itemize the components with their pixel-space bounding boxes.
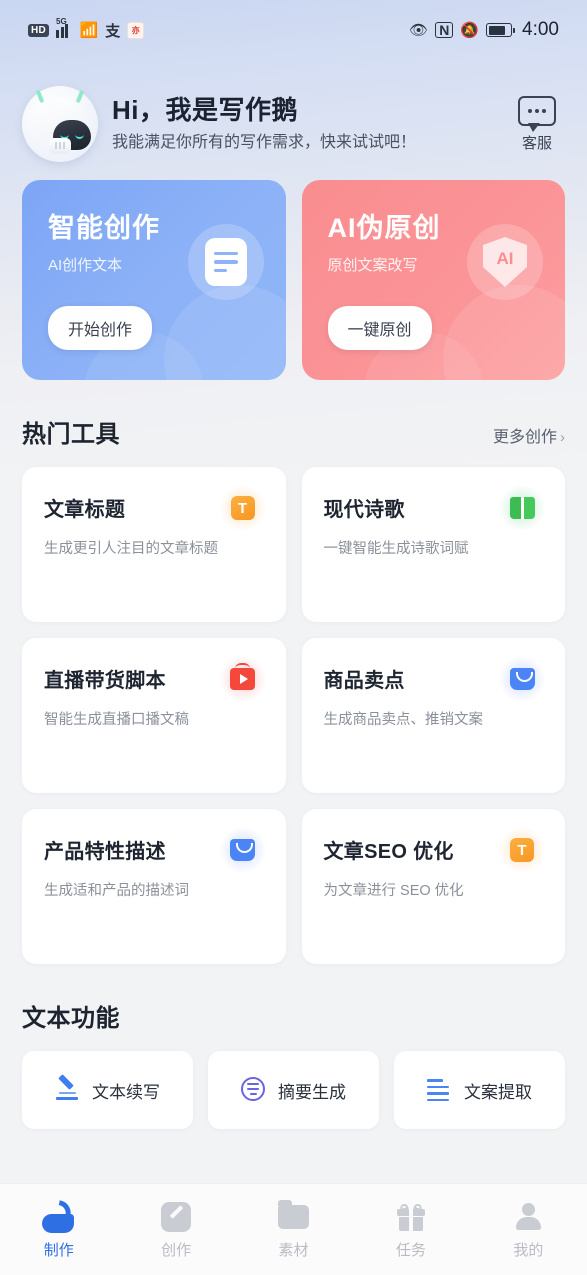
customer-support-button[interactable]: 客服 — [509, 95, 565, 153]
more-creations-link[interactable]: 更多创作 › — [493, 423, 565, 447]
text-t-icon: T — [219, 485, 266, 531]
tool-card-article-title[interactable]: 文章标题 生成更引人注目的文章标题 T — [22, 467, 286, 622]
hot-tools-section-header: 热门工具 更多创作 › — [0, 380, 587, 467]
status-bar-left: HD 5G 📶 支 亦 — [28, 17, 145, 41]
tab-make[interactable]: 制作 — [0, 1199, 117, 1260]
tool-desc: 生成适和产品的描述词 — [44, 883, 189, 899]
document-icon — [187, 224, 264, 300]
banner-card-ai-rewrite[interactable]: AI伪原创 原创文案改写 AI 一键原创 — [301, 180, 565, 380]
text-t-glyph: T — [230, 496, 255, 520]
app-screen: HD 5G 📶 支 亦 👁 N 🔕 4:00 Hi，我是写作鹅 我能满足你所有的… — [0, 0, 587, 1275]
tab-label: 制作 — [43, 1242, 74, 1259]
func-button-continue-writing[interactable]: 文本续写 — [22, 1051, 193, 1129]
status-bar: HD 5G 📶 支 亦 👁 N 🔕 4:00 — [0, 0, 587, 60]
book-icon — [499, 485, 545, 531]
tool-card-seo-optimization[interactable]: 文章SEO 优化 为文章进行 SEO 优化 T — [301, 809, 565, 964]
tab-label: 任务 — [395, 1242, 426, 1259]
status-bar-right: 👁 N 🔕 4:00 — [409, 19, 559, 41]
func-label: 摘要生成 — [278, 1082, 346, 1102]
battery-icon — [486, 23, 516, 37]
text-t-icon: T — [499, 827, 545, 873]
header-text: Hi，我是写作鹅 我能满足你所有的写作需求，快来试试吧！ — [112, 94, 495, 154]
hd-badge-icon: HD — [28, 23, 50, 37]
page-title: Hi，我是写作鹅 — [112, 94, 299, 125]
func-button-summary[interactable]: 摘要生成 — [208, 1051, 379, 1129]
tool-desc: 为文章进行 SEO 优化 — [323, 883, 464, 899]
pencil-icon — [117, 1199, 234, 1235]
wifi-icon: 📶 — [79, 21, 99, 39]
shield-ai-label: AI — [483, 237, 527, 287]
alipay-icon: 支 — [105, 22, 121, 40]
tab-create[interactable]: 创作 — [117, 1199, 234, 1260]
tool-desc: 生成更引人注目的文章标题 — [44, 541, 218, 557]
func-label: 文本续写 — [92, 1082, 160, 1102]
tv-play-icon — [219, 656, 266, 702]
tool-desc: 生成商品卖点、推销文案 — [323, 712, 484, 728]
chat-bubble-icon — [518, 95, 556, 132]
tab-materials[interactable]: 素材 — [235, 1199, 352, 1260]
customer-support-label: 客服 — [521, 134, 552, 152]
hot-tools-grid: 文章标题 生成更引人注目的文章标题 T 现代诗歌 一键智能生成诗歌词赋 直播带货… — [0, 467, 587, 964]
bottom-tab-bar: 制作 创作 素材 任务 我的 — [0, 1183, 587, 1275]
tool-desc: 一键智能生成诗歌词赋 — [323, 541, 469, 557]
tool-card-modern-poetry[interactable]: 现代诗歌 一键智能生成诗歌词赋 — [301, 467, 565, 622]
start-creating-button[interactable]: 开始创作 — [48, 306, 153, 350]
extract-list-icon — [427, 1077, 453, 1103]
func-label: 文案提取 — [464, 1082, 532, 1102]
app-header: Hi，我是写作鹅 我能满足你所有的写作需求，快来试试吧！ 客服 — [0, 60, 587, 180]
pen-write-icon — [55, 1074, 81, 1103]
shield-ai-icon: AI — [467, 224, 543, 300]
text-t-glyph: T — [510, 838, 534, 862]
folder-icon — [235, 1199, 352, 1235]
tab-label: 素材 — [278, 1242, 309, 1259]
text-functions-section-header: 文本功能 — [0, 964, 587, 1051]
summary-circle-icon — [241, 1077, 267, 1103]
func-button-extract[interactable]: 文案提取 — [394, 1051, 565, 1129]
more-creations-label: 更多创作 — [492, 429, 557, 446]
nfc-icon: N — [435, 22, 454, 38]
tool-card-livestream-script[interactable]: 直播带货脚本 智能生成直播口播文稿 — [22, 638, 286, 793]
text-functions-row: 文本续写 摘要生成 文案提取 — [0, 1051, 587, 1129]
text-functions-title: 文本功能 — [22, 1005, 120, 1032]
one-click-rewrite-button[interactable]: 一键原创 — [327, 306, 432, 350]
banner-card-smart-writing[interactable]: 智能创作 AI创作文本 开始创作 — [22, 180, 286, 380]
chevron-right-icon: › — [560, 429, 565, 446]
gift-icon — [352, 1199, 469, 1235]
eye-icon: 👁 — [409, 21, 429, 39]
banner-row: 智能创作 AI创作文本 开始创作 AI伪原创 原创文案改写 AI 一键原创 — [0, 180, 587, 380]
shopping-bag-icon — [499, 656, 545, 702]
user-icon — [470, 1199, 587, 1235]
tab-profile[interactable]: 我的 — [470, 1199, 587, 1260]
swan-icon — [0, 1199, 117, 1235]
tool-desc: 智能生成直播口播文稿 — [44, 712, 189, 728]
status-bar-clock: 4:00 — [522, 19, 559, 40]
tab-label: 我的 — [513, 1242, 544, 1259]
hot-tools-title: 热门工具 — [22, 421, 120, 448]
tool-card-product-description[interactable]: 产品特性描述 生成适和产品的描述词 — [22, 809, 286, 964]
app-badge-icon: 亦 — [127, 21, 145, 39]
tab-label: 创作 — [161, 1242, 192, 1259]
signal-5g-icon: 5G — [56, 17, 73, 38]
mascot-avatar — [22, 86, 98, 162]
tool-card-product-selling-points[interactable]: 商品卖点 生成商品卖点、推销文案 — [301, 638, 565, 793]
page-subtitle: 我能满足你所有的写作需求，快来试试吧！ — [112, 134, 417, 152]
shopping-bag-icon — [219, 827, 266, 873]
tab-tasks[interactable]: 任务 — [352, 1199, 469, 1260]
bell-muted-icon: 🔕 — [460, 21, 480, 39]
